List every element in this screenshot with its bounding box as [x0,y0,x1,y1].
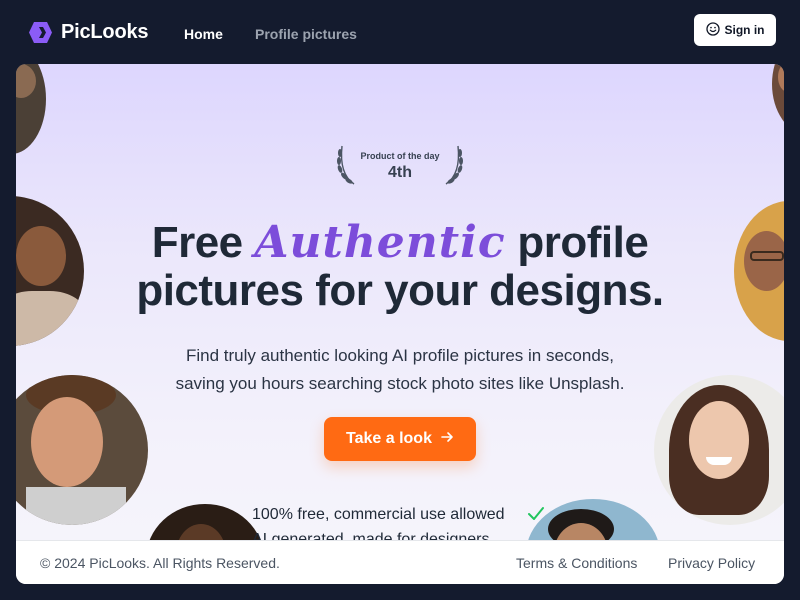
sign-in-button[interactable]: Sign in [694,14,776,46]
hexagon-logo-icon [28,20,53,45]
subtitle-line-2: saving you hours searching stock photo s… [175,374,625,393]
check-icon [526,505,546,528]
smiley-icon [705,21,720,39]
badge-label: Product of the day [360,151,440,161]
headline-suffix: profile [505,218,649,267]
hero-headline: Free Authentic profile pictures for your… [16,219,784,315]
terms-link[interactable]: Terms & Conditions [516,555,637,571]
take-a-look-button[interactable]: Take a look [324,417,476,461]
product-of-the-day-badge: Product of the day 4th [334,144,466,186]
footer: © 2024 PicLooks. All Rights Reserved. Te… [16,540,784,584]
profile-photo [16,64,46,154]
subtitle-line-1: Find truly authentic looking AI profile … [185,346,615,365]
headline-prefix: Free [151,218,255,267]
badge-rank: 4th [388,164,412,181]
nav-link-profile-pictures[interactable]: Profile pictures [255,26,357,42]
hero-subtitle: Find truly authentic looking AI profile … [16,342,784,398]
nav-link-home[interactable]: Home [184,26,223,42]
brand-logo[interactable]: PicLooks [28,20,149,45]
profile-photo [772,64,784,134]
privacy-link[interactable]: Privacy Policy [668,555,755,571]
brand-name: PicLooks [61,21,149,43]
cta-label: Take a look [346,430,432,447]
headline-accent-word: Authentic [254,217,506,268]
headline-line-2: pictures for your designs. [136,266,664,315]
copyright-text: © 2024 PicLooks. All Rights Reserved. [40,555,280,571]
hero-section: Product of the day 4th Free Authentic pr… [16,64,784,584]
sign-in-label: Sign in [724,23,765,37]
feature-item: 100% free, commercial use allowed [252,506,505,523]
top-navbar: PicLooks Home Profile pictures Sign in [0,0,800,64]
arrow-right-icon [440,430,454,449]
